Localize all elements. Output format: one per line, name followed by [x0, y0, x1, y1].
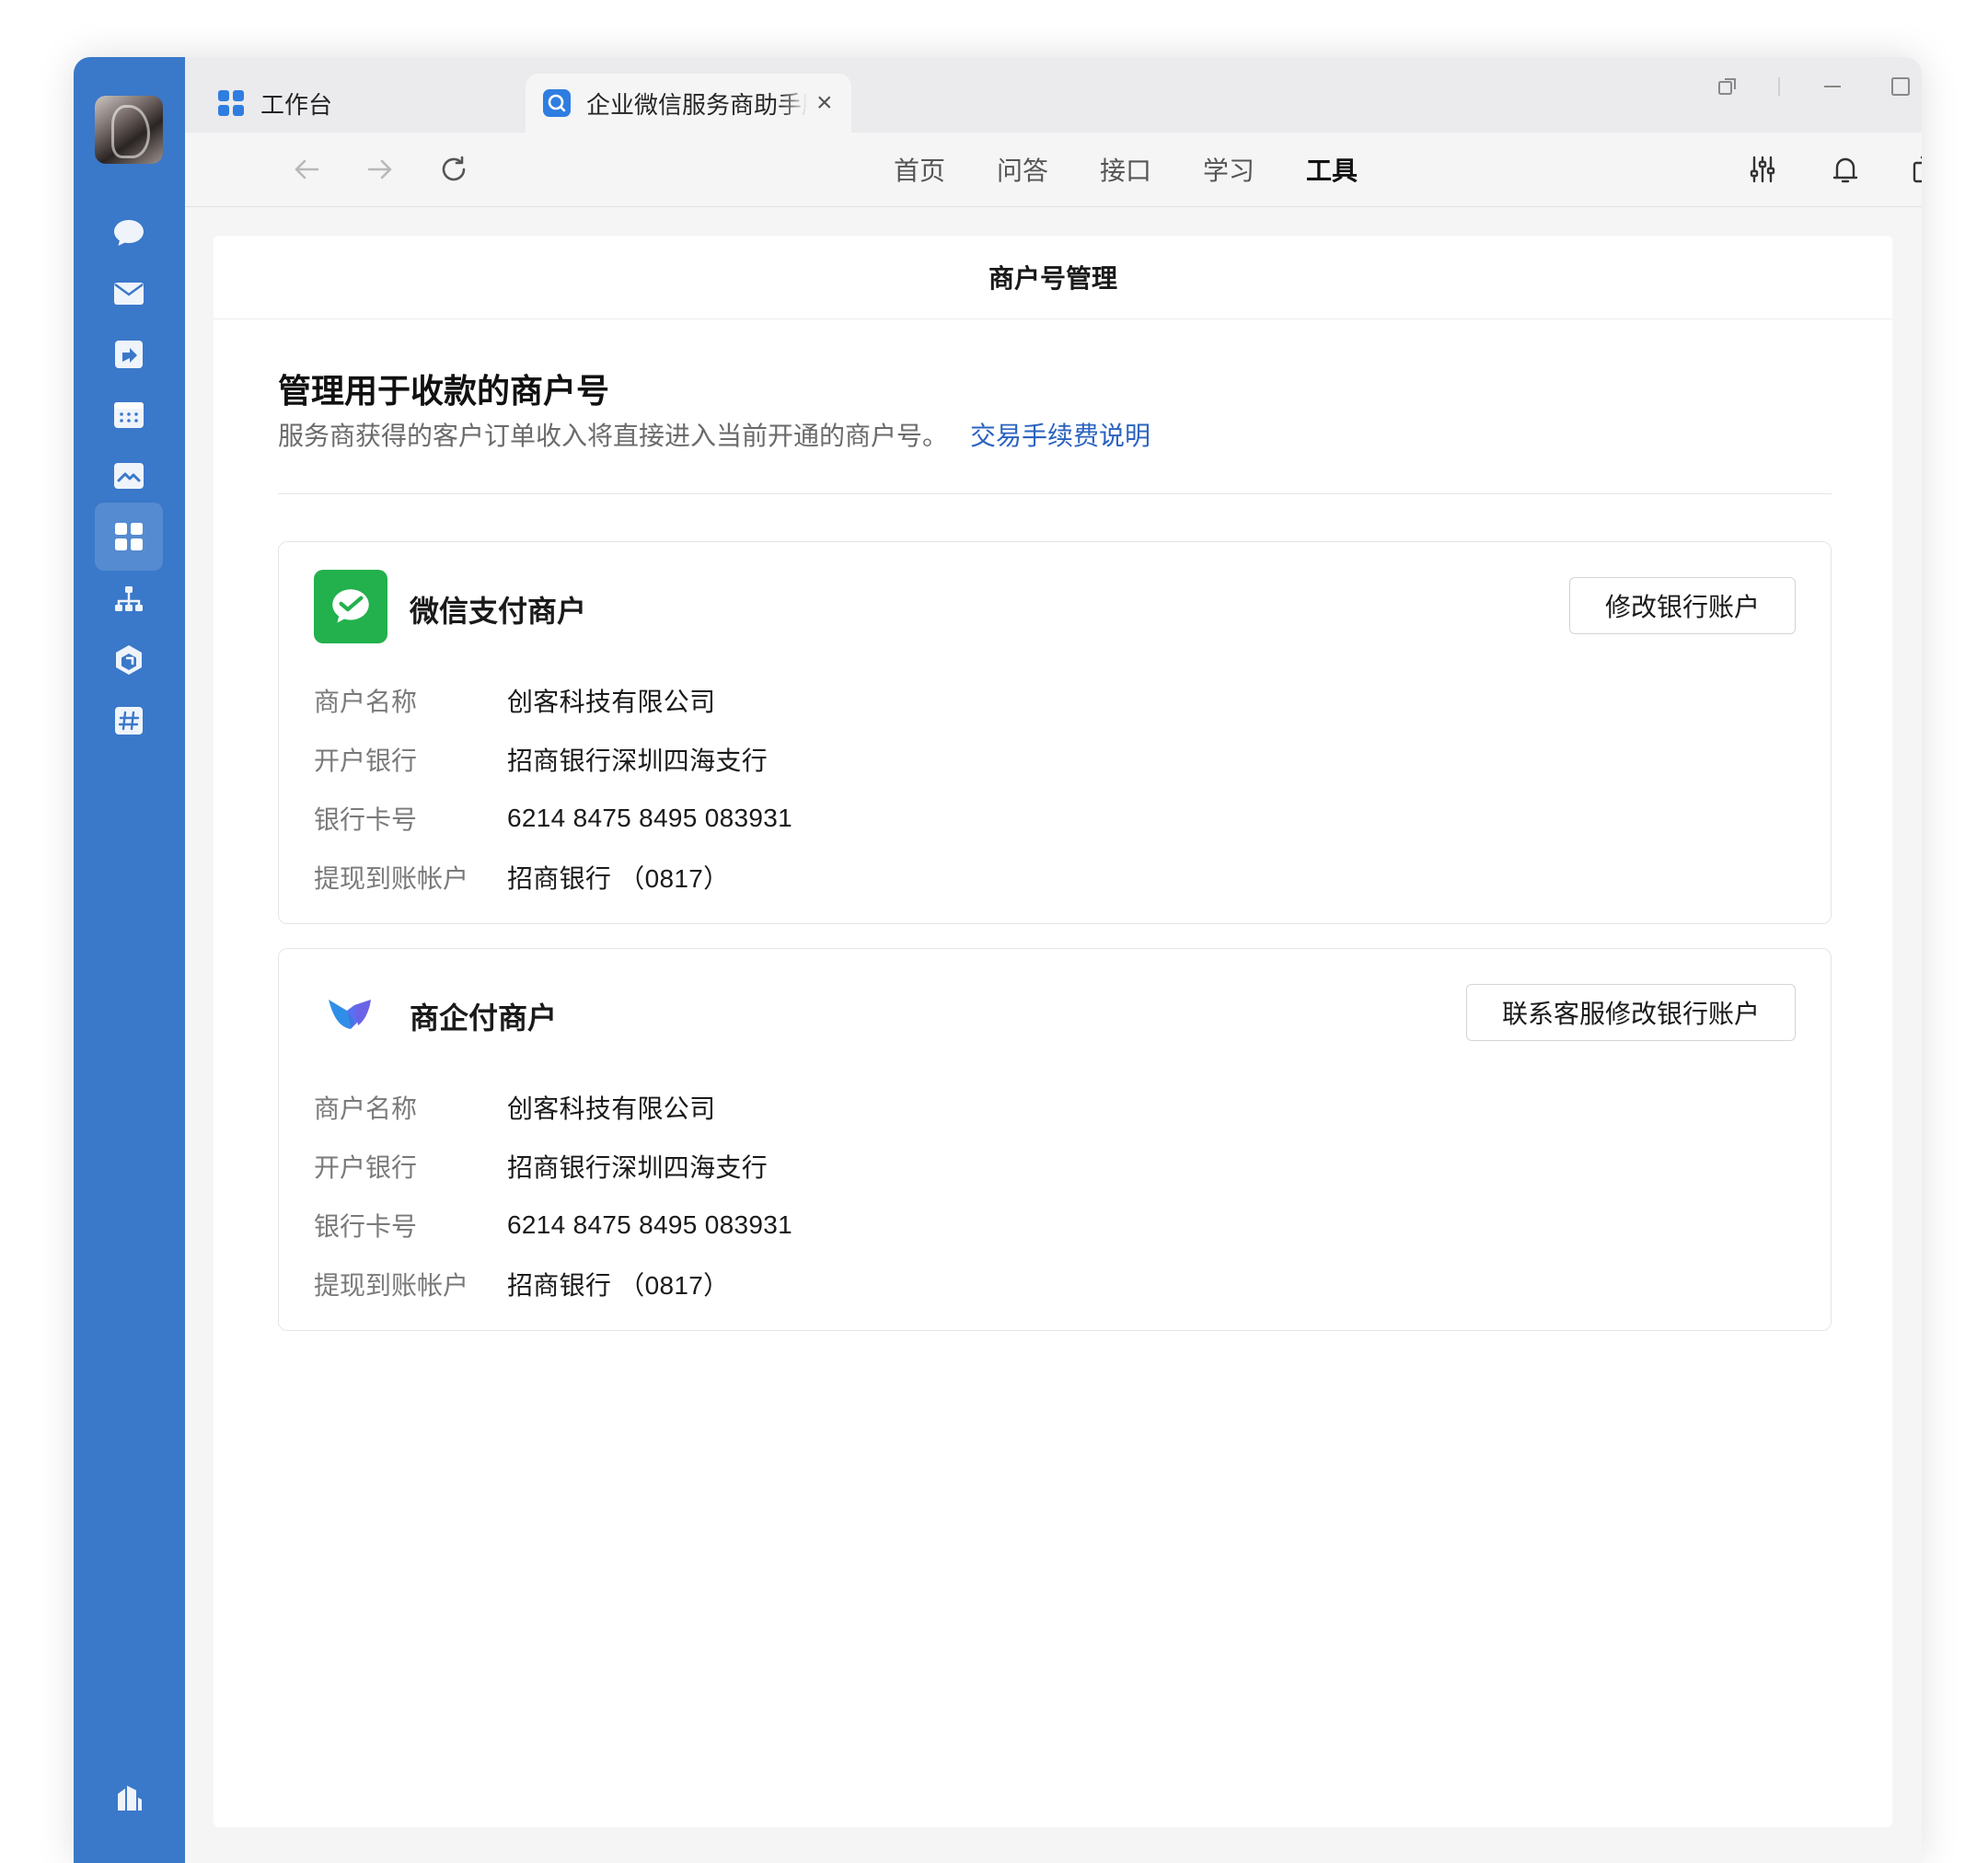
merchant-title: 商企付商户: [410, 1001, 558, 1035]
field-row: 商户名称 创客科技有限公司: [314, 1089, 715, 1126]
chat-icon[interactable]: [95, 199, 163, 267]
field-value: 6214 8475 8495 083931: [507, 804, 792, 832]
nav-item-home[interactable]: 首页: [894, 151, 945, 188]
nav-item-api[interactable]: 接口: [1100, 151, 1151, 188]
field-value: 招商银行深圳四海支行: [507, 1153, 769, 1182]
field-value: 创客科技有限公司: [507, 1094, 716, 1123]
field-label: 开户银行: [314, 1153, 418, 1182]
enterprise-building-icon[interactable]: [95, 1764, 163, 1832]
field-value: 招商银行 （0817）: [507, 864, 730, 893]
field-value: 6214 8475 8495 083931: [507, 1210, 792, 1239]
open-in-window-icon[interactable]: [1908, 151, 1922, 188]
description-text: 服务商获得的客户订单收入将直接进入当前开通的商户号。: [278, 422, 949, 450]
tab-bar: 工作台 企业微信服务商助手服务 ×: [185, 57, 1922, 133]
field-label: 提现到账帐户: [314, 864, 469, 893]
app-window: 工作台 企业微信服务商助手服务 ×: [74, 57, 1922, 1863]
close-tab-icon[interactable]: ×: [816, 89, 833, 117]
sidebar: [74, 57, 185, 1863]
main-content: 商户号管理 管理用于收款的商户号 服务商获得的客户订单收入将直接进入当前开通的商…: [214, 236, 1892, 1827]
settings-sliders-icon[interactable]: [1744, 151, 1781, 188]
workbench-icon[interactable]: [95, 503, 163, 571]
calendar-icon[interactable]: [95, 381, 163, 449]
field-row: 银行卡号 6214 8475 8495 083931: [314, 1207, 792, 1244]
contact-support-button[interactable]: 联系客服修改银行账户: [1465, 984, 1796, 1041]
meeting-icon[interactable]: [95, 442, 163, 510]
field-label: 商户名称: [314, 1094, 418, 1123]
edit-bank-account-button[interactable]: 修改银行账户: [1568, 577, 1796, 634]
merchant-card-enterprise-pay: 商企付商户 联系客服修改银行账户 商户名称 创客科技有限公司 开户银行 招商银行…: [278, 948, 1832, 1331]
field-label: 银行卡号: [314, 805, 418, 834]
mail-icon[interactable]: [95, 260, 163, 328]
field-row: 银行卡号 6214 8475 8495 083931: [314, 800, 792, 837]
docs-icon[interactable]: [95, 320, 163, 388]
field-label: 银行卡号: [314, 1212, 418, 1241]
merchant-title: 微信支付商户: [410, 595, 587, 628]
field-label: 开户银行: [314, 746, 418, 775]
wechat-pay-logo-icon: [314, 570, 387, 643]
nav-item-learn[interactable]: 学习: [1203, 151, 1254, 188]
enterprise-pay-logo-icon: [314, 977, 387, 1050]
popout-window-icon[interactable]: [1715, 68, 1740, 105]
notification-bell-icon[interactable]: [1827, 151, 1864, 188]
field-label: 提现到账帐户: [314, 1271, 469, 1300]
fee-explanation-link[interactable]: 交易手续费说明: [970, 422, 1150, 450]
maximize-icon[interactable]: [1888, 68, 1913, 105]
tab-label: 企业微信服务商助手服务: [586, 90, 807, 119]
window-divider: [1777, 68, 1781, 105]
tab-label: 工作台: [260, 90, 333, 119]
back-arrow-icon[interactable]: [288, 151, 325, 188]
field-row: 开户银行 招商银行深圳四海支行: [314, 1148, 768, 1185]
minimize-icon[interactable]: [1820, 68, 1845, 105]
divider: [278, 493, 1832, 494]
field-label: 商户名称: [314, 688, 418, 716]
field-row: 提现到账帐户 招商银行 （0817）: [314, 1266, 729, 1302]
nav-item-tools[interactable]: 工具: [1306, 151, 1358, 188]
field-row: 提现到账帐户 招商银行 （0817）: [314, 859, 729, 896]
tab-service-assistant[interactable]: 企业微信服务商助手服务 ×: [526, 74, 851, 133]
field-value: 招商银行 （0817）: [507, 1271, 730, 1300]
workbench-grid-icon: [216, 88, 246, 118]
field-row: 开户银行 招商银行深圳四海支行: [314, 741, 768, 778]
field-value: 创客科技有限公司: [507, 688, 716, 716]
avatar[interactable]: [95, 96, 163, 164]
contacts-org-icon[interactable]: [95, 565, 163, 633]
refresh-icon[interactable]: [435, 151, 472, 188]
section-heading: 管理用于收款的商户号: [278, 372, 610, 410]
service-assistant-icon: [542, 88, 572, 118]
field-value: 招商银行深圳四海支行: [507, 746, 769, 775]
nav-item-qa[interactable]: 问答: [997, 151, 1048, 188]
merchant-card-wechat: 微信支付商户 修改银行账户 商户名称 创客科技有限公司 开户银行 招商银行深圳四…: [278, 541, 1832, 924]
forward-arrow-icon[interactable]: [362, 151, 399, 188]
page-title: 商户号管理: [214, 236, 1892, 319]
channel-hashtag-icon[interactable]: [95, 687, 163, 755]
field-row: 商户名称 创客科技有限公司: [314, 682, 715, 719]
drive-icon[interactable]: [95, 626, 163, 694]
navigation-bar: 首页 问答 接口 学习 工具: [185, 133, 1922, 207]
section-description: 服务商获得的客户订单收入将直接进入当前开通的商户号。 交易手续费说明: [278, 416, 1150, 453]
tab-workbench[interactable]: 工作台: [213, 74, 526, 133]
